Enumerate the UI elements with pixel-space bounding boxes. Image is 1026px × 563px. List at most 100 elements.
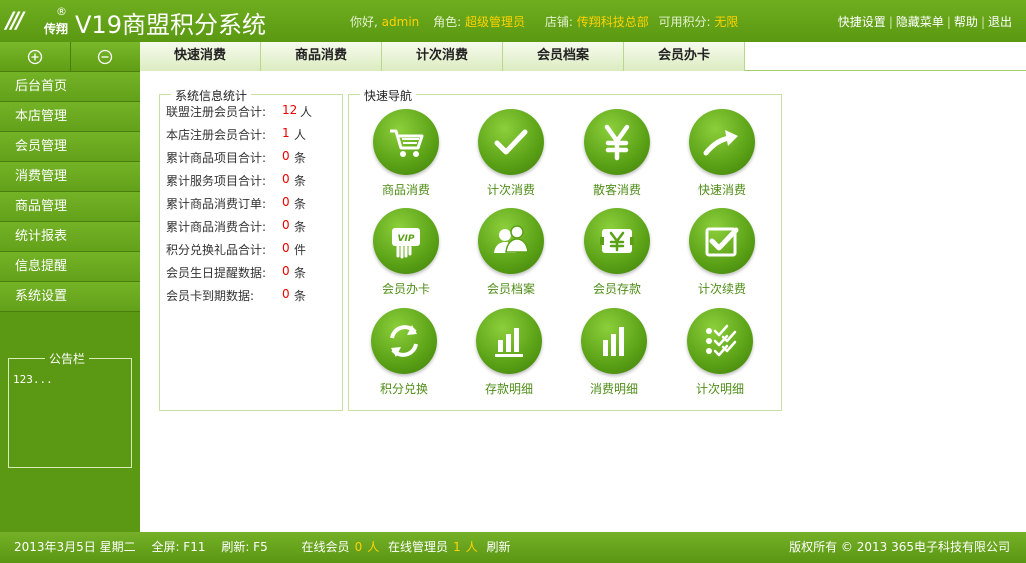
nav-label: 计次明细	[695, 382, 744, 396]
minus-circle-icon[interactable]	[71, 42, 141, 71]
logo-bars-icon: ///	[6, 9, 24, 34]
nav-deposit-details[interactable]: 存款明细	[459, 308, 559, 397]
online-members-unit: 人	[367, 540, 380, 554]
store-label: 店铺:	[544, 15, 573, 29]
sidebar-item-settings[interactable]: 系统设置	[0, 282, 140, 312]
nav-label: 会员存款	[592, 282, 641, 296]
tab-member-profiles[interactable]: 会员档案	[503, 42, 624, 71]
refresh-icon	[371, 308, 437, 374]
sidebar-item-members[interactable]: 会员管理	[0, 132, 140, 162]
tab-quick-consume[interactable]: 快速消费	[140, 42, 261, 71]
vip-card-icon: VIP	[373, 208, 439, 274]
checklist-icon	[687, 308, 753, 374]
nav-count-details[interactable]: 计次明细	[670, 308, 770, 397]
stat-label: 累计商品消费订单:	[166, 197, 267, 211]
nav-member-profiles[interactable]: 会员档案	[461, 208, 561, 297]
help-link[interactable]: 帮助	[954, 15, 978, 29]
online-admins-unit: 人	[465, 540, 478, 554]
stat-row: 累计商品项目合计: 0 条	[166, 149, 306, 166]
stat-label: 累计商品消费合计:	[166, 220, 267, 234]
sidebar-item-store[interactable]: 本店管理	[0, 102, 140, 132]
sidebar-item-reminders[interactable]: 信息提醒	[0, 252, 140, 282]
online-members-count: 0	[354, 540, 363, 554]
hide-menu-link[interactable]: 隐藏菜单	[896, 15, 944, 29]
nav-walkin-consume[interactable]: 散客消费	[567, 109, 667, 198]
app-header: /// ® 传翔 V19商盟积分系统 你好, admin 角色: 超级管理员 店…	[0, 0, 1026, 42]
menu-divider: |	[888, 15, 893, 29]
stat-label: 会员卡到期数据:	[166, 289, 255, 303]
nav-count-renew[interactable]: 计次续费	[672, 208, 772, 297]
stat-unit: 条	[294, 174, 307, 188]
role-value: 超级管理员	[464, 15, 525, 29]
nav-label: 积分兑换	[379, 382, 428, 396]
quick-nav-title: 快速导航	[360, 87, 417, 104]
users-icon	[478, 208, 544, 274]
nav-points-exchange[interactable]: 积分兑换	[354, 308, 454, 397]
nav-label: 消费明细	[589, 382, 638, 396]
stat-label: 联盟注册会员合计:	[166, 105, 267, 119]
bar-chart-icon	[476, 308, 542, 374]
refresh-link[interactable]: 刷新	[487, 540, 511, 554]
nav-label: 会员办卡	[381, 282, 430, 296]
bar-chart-icon	[581, 308, 647, 374]
stat-row: 联盟注册会员合计: 12 人	[166, 103, 312, 120]
nav-label: 快速消费	[697, 183, 746, 197]
svg-text:VIP: VIP	[398, 234, 415, 244]
stat-value: 0	[282, 287, 290, 301]
plus-circle-icon[interactable]	[0, 42, 71, 71]
stat-row: 累计商品消费合计: 0 条	[166, 218, 306, 235]
sidebar: 后台首页 本店管理 会员管理 消费管理 商品管理 统计报表 信息提醒 系统设置 …	[0, 42, 140, 532]
stat-value: 1	[282, 126, 290, 140]
online-members-label: 在线会员	[301, 540, 350, 554]
yen-icon	[584, 109, 650, 175]
menu-divider: |	[946, 15, 951, 29]
stat-unit: 条	[294, 197, 307, 211]
quick-settings-link[interactable]: 快捷设置	[838, 15, 886, 29]
sidebar-item-products[interactable]: 商品管理	[0, 192, 140, 222]
stat-label: 积分兑换礼品合计:	[166, 243, 267, 257]
sidebar-toggle-bar	[0, 42, 140, 72]
tab-member-card[interactable]: 会员办卡	[624, 42, 745, 71]
stat-unit: 人	[294, 128, 307, 142]
fullscreen-hint: 全屏: F11	[151, 540, 206, 554]
stat-value: 0	[282, 195, 290, 209]
nav-fast-consume[interactable]: 快速消费	[672, 109, 772, 198]
notice-board: 公告栏 123...	[8, 350, 132, 468]
current-date: 2013年3月5日 星期二	[14, 540, 136, 554]
nav-member-deposit[interactable]: 会员存款	[567, 208, 667, 297]
stats-panel: 系统信息统计 联盟注册会员合计: 12 人 本店注册会员合计: 1 人 累计商品项目合计…	[159, 87, 343, 411]
stats-title: 系统信息统计	[171, 87, 252, 104]
sidebar-item-home[interactable]: 后台首页	[0, 72, 140, 102]
stat-row: 会员卡到期数据: 0 条	[166, 287, 306, 304]
stat-label: 累计商品项目合计:	[166, 151, 267, 165]
nav-consume-details[interactable]: 消费明细	[564, 308, 664, 397]
nav-count-consume[interactable]: 计次消费	[461, 109, 561, 198]
status-bar: 2013年3月5日 星期二 全屏: F11 刷新: F5 在线会员 0 人 在线管理…	[0, 532, 1026, 563]
tab-product-consume[interactable]: 商品消费	[261, 42, 382, 71]
store-value: 传翔科技总部	[576, 15, 649, 29]
points-label: 可用积分:	[658, 15, 711, 29]
app-title: V19商盟积分系统	[75, 11, 266, 39]
nav-product-consume[interactable]: 商品消费	[356, 109, 456, 198]
stat-unit: 条	[294, 151, 307, 165]
stat-row: 积分兑换礼品合计: 0 件	[166, 241, 306, 258]
nav-member-card[interactable]: VIP 会员办卡	[356, 208, 456, 297]
sidebar-item-reports[interactable]: 统计报表	[0, 222, 140, 252]
stat-row: 本店注册会员合计: 1 人	[166, 126, 306, 143]
top-tabs: 快速消费 商品消费 计次消费 会员档案 会员办卡	[140, 42, 1026, 71]
copyright: 版权所有 © 2013 365电子科技有限公司	[789, 540, 1010, 554]
logo-text: 传翔	[44, 22, 69, 36]
arrow-up-right-icon	[689, 109, 755, 175]
nav-label: 会员档案	[486, 282, 535, 296]
sidebar-item-consumption[interactable]: 消费管理	[0, 162, 140, 192]
logout-link[interactable]: 退出	[988, 15, 1012, 29]
stat-unit: 件	[294, 243, 307, 257]
nav-label: 商品消费	[381, 183, 430, 197]
tab-count-consume[interactable]: 计次消费	[382, 42, 503, 71]
status-left: 2013年3月5日 星期二 全屏: F11 刷新: F5 在线会员 0 人 在线管理…	[14, 532, 511, 563]
header-menu: 快捷设置 | 隐藏菜单 | 帮助 | 退出	[838, 13, 1012, 30]
refresh-hint: 刷新: F5	[221, 540, 268, 554]
logo: /// ® 传翔	[6, 5, 72, 37]
notice-title: 公告栏	[45, 350, 90, 367]
online-admins-count: 1	[453, 540, 461, 554]
